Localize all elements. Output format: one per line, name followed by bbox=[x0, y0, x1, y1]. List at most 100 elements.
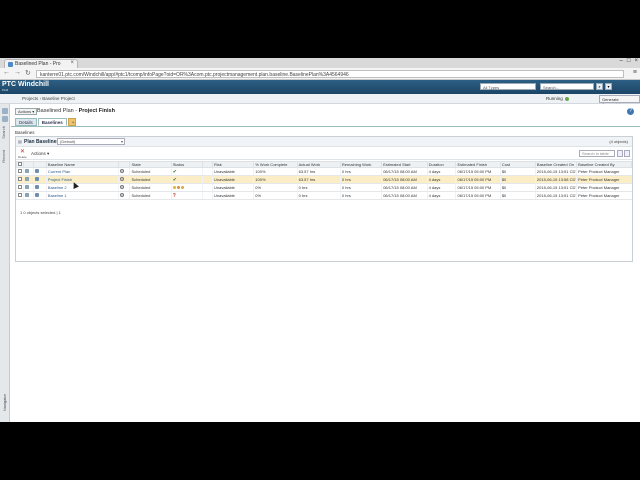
row-info-cell[interactable] bbox=[23, 167, 33, 176]
status-extra bbox=[201, 183, 213, 192]
row-type-cell bbox=[32, 175, 47, 184]
remaining-work: 0 hrs bbox=[339, 191, 382, 200]
duration: 4 days bbox=[426, 191, 456, 200]
info-icon[interactable] bbox=[25, 177, 30, 181]
navigator-label[interactable]: Navigator bbox=[2, 394, 7, 411]
page-tabs: Details Baselines + bbox=[15, 118, 76, 126]
table-row[interactable]: Current Plan Scheduled ✔ Unavailable 100% 63.… bbox=[15, 167, 632, 176]
maximize-button[interactable]: □ bbox=[627, 58, 631, 68]
window-controls: – □ × bbox=[620, 58, 638, 68]
row-info-cell[interactable] bbox=[23, 175, 33, 184]
table-row[interactable]: Baseline 2 Scheduled Unavailable 0% 0 hrs 0 h… bbox=[15, 183, 632, 192]
status-indicator: Running bbox=[546, 96, 569, 101]
created-on: 2015-06-15 13:51 CDT bbox=[534, 167, 577, 176]
risk: Unavailable bbox=[211, 175, 254, 184]
panel-header: ▤ Plan Baselines (Default) ▾ (4 objects) bbox=[16, 137, 632, 147]
row-info-cell[interactable] bbox=[23, 183, 33, 192]
close-tab-icon[interactable]: × bbox=[70, 60, 74, 66]
status-text: Running bbox=[546, 96, 563, 101]
percent-complete: 0% bbox=[253, 191, 298, 200]
browser-tab-title: Baselined Plan - Pro bbox=[15, 61, 61, 67]
generate-button[interactable]: Generate Javascript... bbox=[599, 95, 640, 107]
column-header[interactable]: Baseline Created On bbox=[534, 161, 578, 168]
info-icon[interactable] bbox=[25, 193, 30, 197]
address-field[interactable]: kanterre01.ptc.com/Windchill/app/#ptc1/t… bbox=[36, 70, 624, 78]
estimated-start: 06/17/15 08:00 AM bbox=[381, 175, 428, 184]
help-icon[interactable]: ? bbox=[627, 108, 634, 115]
row-checkbox-cell[interactable] bbox=[15, 175, 24, 184]
row-checkbox-cell[interactable] bbox=[15, 183, 24, 192]
tab-strip: Baselined Plan - Pro × – □ × bbox=[0, 58, 640, 68]
address-bar-row: ← → ↻ kanterre01.ptc.com/Windchill/app/#… bbox=[0, 68, 640, 80]
row-checkbox[interactable] bbox=[18, 193, 22, 197]
duration: 4 days bbox=[426, 183, 456, 192]
row-type-cell bbox=[32, 167, 47, 176]
row-checkbox-cell[interactable] bbox=[15, 167, 24, 176]
estimated-start: 06/17/15 08:00 AM bbox=[381, 183, 428, 192]
table-row[interactable]: Project Finish Scheduled ✔ Unavailable 100% 6… bbox=[15, 175, 632, 184]
menu-icon[interactable]: ≡ bbox=[633, 69, 637, 76]
close-window-button[interactable]: × bbox=[634, 58, 638, 68]
utility-bar: Projects › Baseline Project Running Gene… bbox=[0, 94, 640, 107]
percent-complete: 0% bbox=[253, 183, 298, 192]
baseline-name[interactable]: Current Plan bbox=[45, 167, 119, 176]
tab-baselines[interactable]: Baselines bbox=[37, 118, 67, 126]
chevron-down-icon: ▾ bbox=[120, 139, 123, 144]
table-actions-menu[interactable]: Actions ▾ bbox=[31, 151, 49, 157]
state: Scheduled bbox=[129, 167, 172, 176]
estimated-finish: 06/17/15 05:00 PM bbox=[455, 167, 501, 176]
header-search-input[interactable]: Search... bbox=[540, 83, 594, 90]
browser-tab[interactable]: Baselined Plan - Pro × bbox=[4, 59, 78, 68]
page-title: Baselined Plan - Project Finish bbox=[37, 108, 115, 114]
navigator-folder-icon[interactable] bbox=[2, 116, 8, 122]
table-search-input[interactable]: Search in table bbox=[579, 150, 615, 157]
add-tab-button[interactable]: + bbox=[67, 118, 76, 126]
state-icon bbox=[120, 185, 125, 189]
state: Scheduled bbox=[129, 175, 172, 184]
baseline-name[interactable]: Project Finish bbox=[45, 175, 119, 184]
actual-work: 0 hrs bbox=[296, 191, 341, 200]
object-count: (4 objects) bbox=[609, 139, 628, 144]
find-icon[interactable] bbox=[617, 150, 623, 157]
baseline-icon bbox=[34, 169, 39, 173]
breadcrumb[interactable]: Projects › Baseline Project bbox=[22, 96, 75, 101]
status-extra bbox=[201, 191, 213, 200]
collapse-icon[interactable]: ▤ bbox=[18, 139, 22, 144]
row-info-cell[interactable] bbox=[23, 191, 33, 200]
row-checkbox-cell[interactable] bbox=[15, 191, 24, 200]
navigator-search-tab[interactable]: Search bbox=[1, 126, 6, 139]
forward-icon[interactable]: → bbox=[14, 69, 21, 76]
navigator-recent-tab[interactable]: Recent bbox=[1, 150, 6, 163]
info-icon[interactable] bbox=[25, 185, 30, 189]
search-icon[interactable]: ⌕ bbox=[596, 83, 603, 90]
state-icon-cell bbox=[118, 191, 130, 200]
back-icon[interactable]: ← bbox=[3, 69, 10, 76]
created-by: Peter Product Manager bbox=[576, 175, 632, 184]
navigator-home-icon[interactable] bbox=[2, 108, 8, 114]
baseline-name[interactable]: Baseline 1 bbox=[45, 191, 119, 200]
delete-icon[interactable]: ✕ bbox=[20, 148, 25, 155]
minimize-button[interactable]: – bbox=[620, 58, 623, 68]
table-row[interactable]: Baseline 1 Scheduled? Unavailable 0% 0 hrs 0 … bbox=[15, 191, 632, 200]
type-select[interactable]: All Types bbox=[480, 83, 536, 90]
main-content: Actions ▾ Baselined Plan - Project Finis… bbox=[11, 104, 640, 422]
state-icon-cell bbox=[118, 167, 130, 176]
table-view-icon[interactable] bbox=[624, 150, 630, 157]
tab-details[interactable]: Details bbox=[15, 118, 37, 126]
advanced-search-icon[interactable]: ▾ bbox=[605, 83, 612, 90]
select-all-checkbox[interactable] bbox=[18, 162, 22, 166]
reload-icon[interactable]: ↻ bbox=[25, 69, 31, 77]
cost: $0 bbox=[499, 167, 536, 176]
info-icon[interactable] bbox=[25, 169, 30, 173]
actions-button[interactable]: Actions ▾ bbox=[15, 108, 38, 115]
baseline-name[interactable]: Baseline 2 bbox=[45, 183, 119, 192]
status-dot-icon bbox=[564, 96, 569, 101]
view-select[interactable]: (Default) ▾ bbox=[57, 138, 125, 145]
row-checkbox[interactable] bbox=[18, 185, 22, 189]
view-select-value: (Default) bbox=[60, 139, 76, 144]
state: Scheduled bbox=[129, 191, 172, 200]
row-checkbox[interactable] bbox=[18, 177, 22, 181]
table-toolbar: ✕ Delete Actions ▾ Search in table bbox=[16, 147, 632, 160]
duration: 4 days bbox=[426, 175, 456, 184]
row-checkbox[interactable] bbox=[18, 169, 22, 173]
